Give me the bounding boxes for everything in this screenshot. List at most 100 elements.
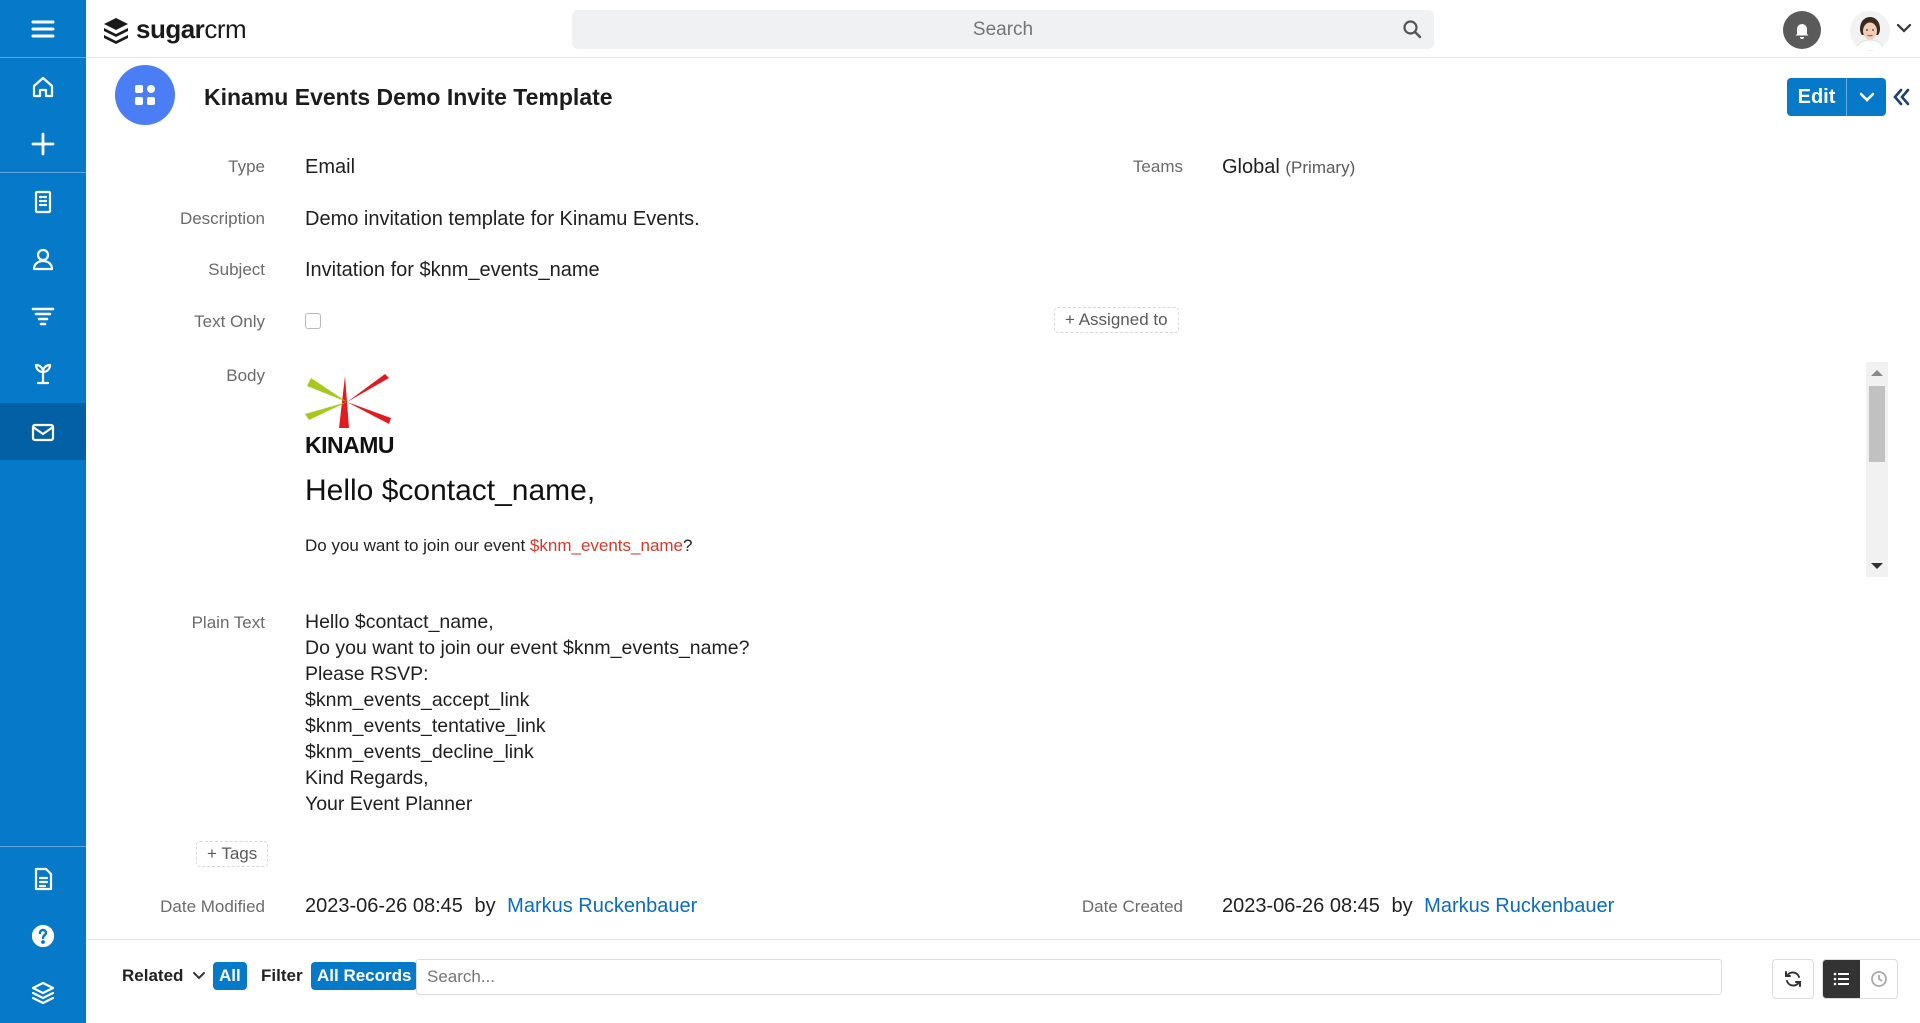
date-created-by: by <box>1391 895 1413 917</box>
sidebar-item-leads[interactable] <box>0 287 86 344</box>
related-dropdown[interactable]: Related <box>122 966 206 986</box>
teams-value[interactable]: Global (Primary) <box>1222 156 1355 179</box>
plain-text-line: $knm_events_accept_link <box>305 689 530 711</box>
menu-toggle-button[interactable] <box>0 0 86 57</box>
refresh-icon <box>1785 971 1801 987</box>
notifications-button[interactable] <box>1783 11 1821 49</box>
opportunities-icon <box>34 363 52 384</box>
chevron-down-icon <box>193 972 206 980</box>
contacts-icon <box>32 248 54 270</box>
edit-actions-dropdown[interactable] <box>1847 78 1886 116</box>
refresh-button[interactable] <box>1772 959 1814 999</box>
email-icon <box>31 423 55 441</box>
plain-text-line: Your Event Planner <box>305 793 473 815</box>
sidebar-item-layers[interactable] <box>0 964 86 1021</box>
double-chevron-left-icon <box>1893 88 1910 106</box>
logo-light-text: crm <box>204 14 247 44</box>
related-subpanel-bar: Related All Filter All Records <box>86 939 1920 1023</box>
type-label: Type <box>228 157 265 176</box>
kinamu-star-icon <box>305 374 391 428</box>
text-only-label: Text Only <box>194 312 265 331</box>
menu-icon <box>31 20 55 37</box>
sidebar-item-contacts[interactable] <box>0 230 86 287</box>
sidebar-item-documents[interactable] <box>0 850 86 907</box>
plain-text-line: Do you want to join our event $knm_event… <box>305 637 750 659</box>
list-icon <box>1833 972 1849 986</box>
sidebar-item-home[interactable] <box>0 58 86 115</box>
plain-text-line: Hello $contact_name, <box>305 611 494 633</box>
help-icon <box>31 924 55 947</box>
logo-text: sugarcrm <box>136 14 247 45</box>
date-modified-user-link[interactable]: Markus Ruckenbauer <box>507 895 697 917</box>
sugarcrm-cube-icon <box>104 17 128 44</box>
body-question-prefix: Do you want to join our event <box>305 536 530 555</box>
body-preview[interactable]: KINAMU Hello $contact_name, Do you want … <box>295 362 1875 577</box>
body-question: Do you want to join our event $knm_event… <box>305 536 692 556</box>
description-label: Description <box>179 209 265 228</box>
module-badge <box>115 65 175 125</box>
subject-label: Subject <box>208 260 265 279</box>
plus-icon <box>31 132 55 155</box>
plain-text-label: Plain Text <box>191 613 265 632</box>
related-all-button[interactable]: All <box>213 962 247 990</box>
global-search[interactable] <box>572 10 1434 49</box>
sidebar-item-opportunities[interactable] <box>0 344 86 401</box>
global-search-input[interactable] <box>572 10 1434 49</box>
date-modified-by: by <box>474 895 496 917</box>
date-created-label: Date Created <box>1081 897 1183 916</box>
bell-icon <box>1795 24 1809 39</box>
plain-text-value[interactable]: Hello $contact_name, Do you want to join… <box>305 609 749 817</box>
filter-label: Filter <box>261 966 303 985</box>
subpanel-search-input[interactable] <box>417 960 1721 994</box>
body-label: Body <box>226 366 265 385</box>
sidebar-item-help[interactable] <box>0 907 86 964</box>
kinamu-logo: KINAMU <box>305 374 395 464</box>
search-icon[interactable] <box>1402 19 1422 39</box>
layers-icon <box>31 981 55 1004</box>
leads-icon <box>31 307 55 325</box>
sidebar-item-email-templates[interactable] <box>0 403 86 460</box>
activity-view-button[interactable] <box>1860 960 1897 998</box>
assigned-to-button[interactable]: + Assigned to <box>1054 307 1179 333</box>
top-bar: sugarcrm <box>86 0 1920 58</box>
all-records-filter-button[interactable]: All Records <box>311 962 418 990</box>
sugarcrm-logo[interactable]: sugarcrm <box>102 14 247 45</box>
sidebar-item-quick-create[interactable] <box>0 115 86 172</box>
body-question-variable: $knm_events_name <box>529 536 684 555</box>
sidebar-item-accounts[interactable] <box>0 173 86 230</box>
scroll-up-arrow-icon[interactable] <box>1871 370 1883 376</box>
description-value[interactable]: Demo invitation template for Kinamu Even… <box>305 208 700 231</box>
accounts-icon <box>34 190 52 213</box>
subpanel-search[interactable] <box>416 959 1722 995</box>
logo-bold-text: sugar <box>136 14 205 44</box>
type-value[interactable]: Email <box>305 156 355 179</box>
user-avatar-icon <box>1850 11 1890 51</box>
body-scrollbar[interactable] <box>1866 362 1888 577</box>
documents-icon <box>34 867 53 890</box>
plain-text-line: Kind Regards, <box>305 767 429 789</box>
text-only-checkbox[interactable] <box>305 313 321 329</box>
date-created-user-link[interactable]: Markus Ruckenbauer <box>1424 895 1614 917</box>
scroll-thumb[interactable] <box>1869 386 1885 462</box>
plain-text-line: $knm_events_decline_link <box>305 741 534 763</box>
teams-label: Teams <box>1132 157 1183 176</box>
date-modified-value: 2023-06-26 08:45 by Markus Ruckenbauer <box>305 895 697 918</box>
page-title: Kinamu Events Demo Invite Template <box>204 84 613 110</box>
date-created-date: 2023-06-26 08:45 <box>1222 895 1380 917</box>
edit-button[interactable]: Edit <box>1787 78 1847 116</box>
body-question-suffix: ? <box>683 536 693 555</box>
kinamu-logo-text: KINAMU <box>305 432 395 458</box>
collapse-sidepane-button[interactable] <box>1892 82 1910 114</box>
date-created-value: 2023-06-26 08:45 by Markus Ruckenbauer <box>1222 895 1614 918</box>
add-tags-button[interactable]: + Tags <box>196 841 269 867</box>
clock-icon <box>1870 971 1887 987</box>
chevron-down-icon[interactable] <box>1896 22 1912 34</box>
email-templates-module-icon <box>135 85 155 105</box>
date-modified-label: Date Modified <box>160 897 265 916</box>
subject-value[interactable]: Invitation for $knm_events_name <box>305 259 600 282</box>
related-label: Related <box>122 966 184 985</box>
plain-text-line: Please RSVP: <box>305 663 429 685</box>
scroll-down-arrow-icon[interactable] <box>1871 563 1883 569</box>
avatar[interactable] <box>1850 11 1890 51</box>
list-view-button[interactable] <box>1823 960 1860 998</box>
